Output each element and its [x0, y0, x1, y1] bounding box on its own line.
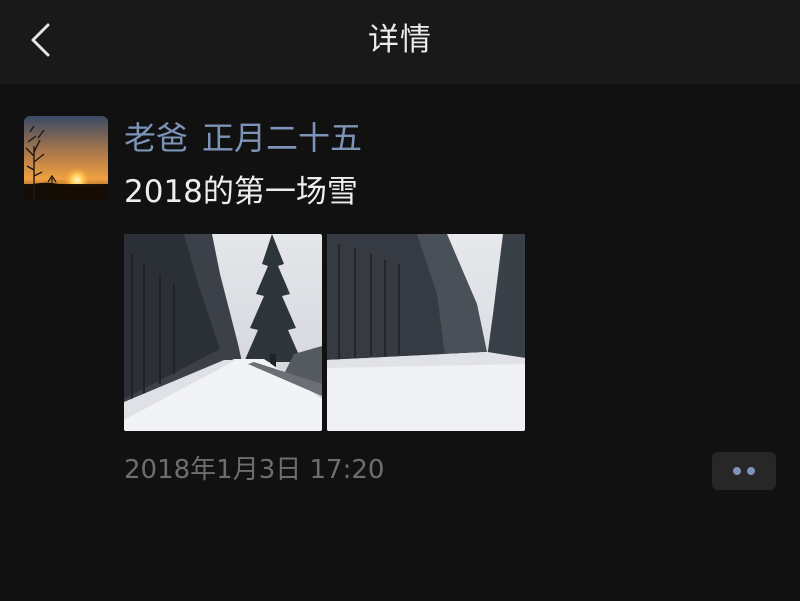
post-timestamp: 2018年1月3日 17:20 [124, 455, 385, 485]
moment-post: 老爸 正月二十五 2018的第一场雪 2018年1月3日 17:20 [0, 84, 800, 601]
navigation-bar: 详情 [0, 0, 800, 84]
snow-road-photo [124, 234, 322, 431]
moments-detail-screen: 详情 老爸 正月二十五 2018的第一场雪 2018年1月3日 17:20 [0, 0, 800, 601]
author-name[interactable]: 老爸 [124, 119, 188, 157]
post-text: 2018的第一场雪 [124, 174, 358, 210]
author-note: 正月二十五 [202, 119, 363, 157]
page-title: 详情 [368, 22, 432, 58]
more-button[interactable] [712, 452, 776, 490]
more-dots-icon [747, 467, 755, 475]
more-dots-icon [733, 467, 741, 475]
author-line: 老爸 正月二十五 [124, 116, 362, 160]
photo-thumbnail[interactable] [327, 234, 525, 431]
avatar[interactable] [24, 116, 108, 200]
sunset-avatar-image [24, 116, 108, 200]
photo-thumbnail[interactable] [124, 234, 322, 431]
snow-field-photo [327, 234, 525, 431]
